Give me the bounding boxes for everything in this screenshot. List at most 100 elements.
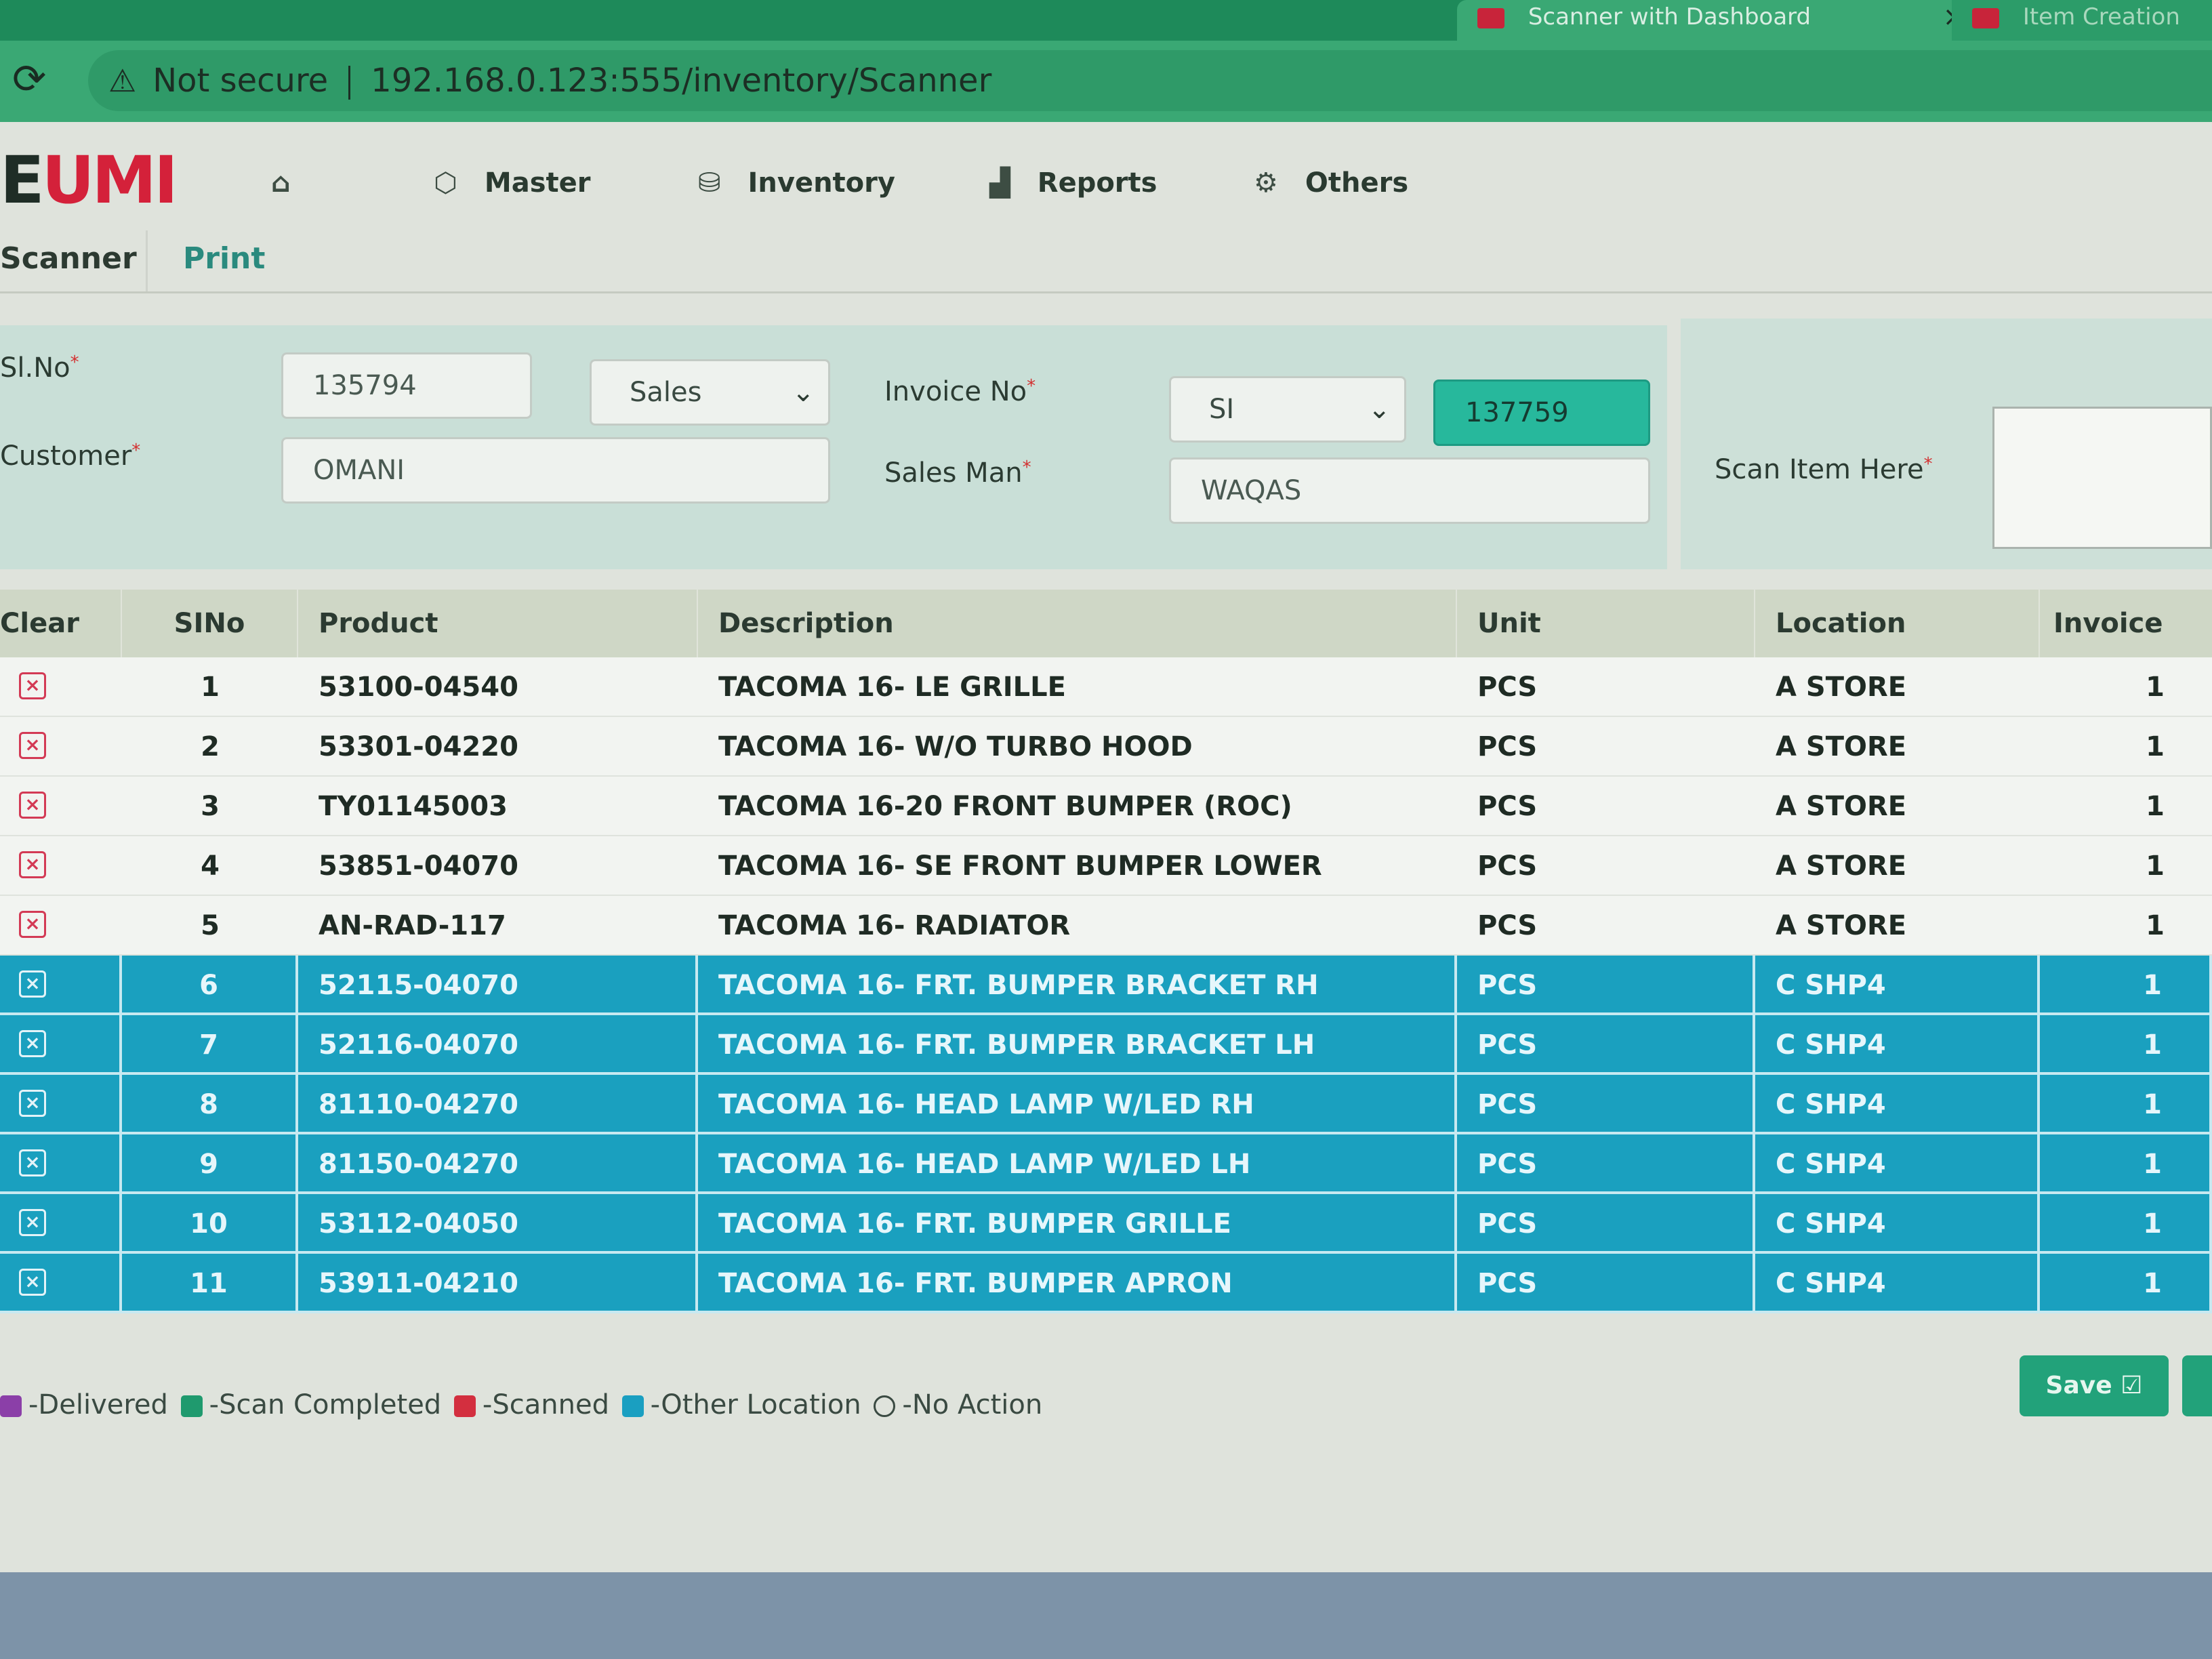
cell-location: C SHP4: [1755, 1254, 2040, 1313]
cell-location: A STORE: [1776, 731, 1907, 762]
cell-location: A STORE: [1776, 791, 1907, 822]
clear-cell: ×: [0, 896, 122, 956]
save-label: Save: [2045, 1372, 2112, 1399]
table-row[interactable]: × 8 81110-04270 TACOMA 16- HEAD LAMP W/LED …: [0, 1075, 2212, 1134]
nav-reports[interactable]: ▟ Reports: [989, 149, 1157, 217]
legend-other-location: -Other Location: [650, 1389, 861, 1420]
nav-others-label: Others: [1305, 167, 1409, 199]
divider: [146, 230, 148, 291]
cell-sino: 8: [122, 1075, 298, 1134]
cell-unit: PCS: [1477, 791, 1538, 822]
cell-sino: 6: [122, 956, 298, 1015]
clear-cell: ×: [0, 1075, 122, 1134]
legend-scan-completed: -Scan Completed: [209, 1389, 442, 1420]
type-select[interactable]: Sales ⌄: [590, 359, 830, 426]
cell-product: 81110-04270: [298, 1075, 698, 1134]
cell-product: 53851-04070: [319, 851, 518, 882]
cell-sino: 10: [122, 1194, 298, 1254]
warning-icon: ⚠: [108, 62, 137, 99]
table-row[interactable]: × 7 52116-04070 TACOMA 16- FRT. BUMPER BRAC…: [0, 1015, 2212, 1075]
type-select-value: Sales: [630, 377, 702, 408]
clear-row-icon[interactable]: ×: [19, 1030, 46, 1057]
cell-qty: 1: [2040, 1134, 2212, 1194]
scanner-form: Sl.No* 135794 Sales ⌄ Customer* OMANI Inv…: [0, 325, 1667, 569]
cell-qty: 1: [2040, 1254, 2212, 1313]
legend-delivered: -Delivered: [28, 1389, 168, 1420]
divider: [348, 66, 351, 100]
clear-row-icon[interactable]: ×: [19, 1209, 46, 1236]
cell-location: C SHP4: [1755, 1075, 2040, 1134]
nav-inventory[interactable]: ⛁ Inventory: [698, 149, 895, 217]
table-row[interactable]: × 2 53301-04220 TACOMA 16- W/O TURBO HOOD PC…: [0, 717, 2212, 777]
clear-row-icon[interactable]: ×: [19, 732, 46, 759]
scanned-swatch: [453, 1395, 476, 1417]
sales-man-input[interactable]: WAQAS: [1169, 457, 1650, 524]
cell-location: C SHP4: [1755, 1194, 2040, 1254]
cell-location: A STORE: [1776, 851, 1907, 882]
nav-home[interactable]: ⌂: [271, 149, 318, 217]
table-row[interactable]: × 4 53851-04070 TACOMA 16- SE FRONT BUMPER …: [0, 836, 2212, 896]
cell-product: 81150-04270: [298, 1134, 698, 1194]
browser-tab-scanner[interactable]: Scanner with Dashboard ×: [1457, 0, 1986, 41]
address-bar: ⟳ ⚠ Not secure 192.168.0.123:555/inventory…: [0, 41, 2212, 122]
cell-location: A STORE: [1776, 672, 1907, 703]
cell-qty: 1: [2040, 1075, 2212, 1134]
legend-scanned: -Scanned: [482, 1389, 609, 1420]
table-header: Clear SINo Product Description Unit Loca…: [0, 590, 2212, 707]
cell-qty: 1: [2040, 956, 2212, 1015]
cell-qty: 1: [2146, 910, 2165, 941]
cell-product: 53911-04210: [298, 1254, 698, 1313]
nav-inventory-label: Inventory: [747, 167, 895, 199]
table-row[interactable]: × 10 53112-04050 TACOMA 16- FRT. BUMPER GRI…: [0, 1194, 2212, 1254]
secondary-action-button[interactable]: [2182, 1355, 2212, 1416]
cell-sino: 4: [201, 851, 220, 882]
cell-sino: 5: [201, 910, 220, 941]
reload-icon[interactable]: ⟳: [12, 56, 46, 103]
table-row[interactable]: × 11 53911-04210 TACOMA 16- FRT. BUMPER APR…: [0, 1254, 2212, 1313]
clear-row-icon[interactable]: ×: [19, 1269, 46, 1296]
table-body: × 1 53100-04540 TACOMA 16- LE GRILLE PCS A ST…: [0, 657, 2212, 1464]
table-row[interactable]: × 3 TY01145003 TACOMA 16-20 FRONT BUMPER (R…: [0, 777, 2212, 836]
cell-description: TACOMA 16- RADIATOR: [718, 910, 1071, 941]
tab-scanner[interactable]: Scanner: [0, 241, 137, 276]
clear-row-icon[interactable]: ×: [19, 672, 46, 699]
clear-row-icon[interactable]: ×: [19, 1090, 46, 1117]
cell-unit: PCS: [1457, 1134, 1755, 1194]
table-row[interactable]: × 9 81150-04270 TACOMA 16- HEAD LAMP W/LED …: [0, 1134, 2212, 1194]
nav-master[interactable]: ⬡ Master: [434, 149, 591, 217]
customer-input[interactable]: OMANI: [281, 437, 830, 504]
cell-description: TACOMA 16- FRT. BUMPER BRACKET RH: [698, 956, 1457, 1015]
url-box[interactable]: ⚠ Not secure 192.168.0.123:555/inventory/S…: [88, 50, 2212, 111]
table-row[interactable]: × 6 52115-04070 TACOMA 16- FRT. BUMPER BRAC…: [0, 956, 2212, 1015]
save-button[interactable]: Save ☑: [2020, 1355, 2169, 1416]
invoice-number-input[interactable]: 137759: [1433, 380, 1650, 446]
nav-reports-label: Reports: [1037, 167, 1158, 199]
invoice-prefix-select[interactable]: SI ⌄: [1169, 376, 1406, 443]
cube-icon: ⬡: [434, 167, 457, 199]
browser-tab-item-creation[interactable]: Item Creation: [1952, 0, 2212, 41]
clear-row-icon[interactable]: ×: [19, 911, 46, 938]
sl-no-input[interactable]: 135794: [281, 352, 532, 419]
cell-unit: PCS: [1477, 731, 1538, 762]
cell-sino: 2: [201, 731, 220, 762]
cell-description: TACOMA 16- FRT. BUMPER GRILLE: [698, 1194, 1457, 1254]
clear-cell: ×: [0, 717, 122, 777]
clear-cell: ×: [0, 1194, 122, 1254]
cell-product: 52115-04070: [298, 956, 698, 1015]
clear-row-icon[interactable]: ×: [19, 970, 46, 998]
desktop-background: [0, 1572, 2212, 1659]
header-description: Description: [698, 590, 1457, 657]
clear-row-icon[interactable]: ×: [19, 851, 46, 878]
clear-row-icon[interactable]: ×: [19, 1149, 46, 1176]
table-row[interactable]: × 1 53100-04540 TACOMA 16- LE GRILLE PCS A ST…: [0, 657, 2212, 717]
scan-item-input[interactable]: [1992, 407, 2212, 549]
table-row[interactable]: × 5 AN-RAD-117 TACOMA 16- RADIATOR PCS A STOR…: [0, 896, 2212, 956]
clear-row-icon[interactable]: ×: [19, 792, 46, 819]
cell-product: 53112-04050: [298, 1194, 698, 1254]
nav-others[interactable]: ⚙ Others: [1254, 149, 1408, 217]
clear-cell: ×: [0, 1254, 122, 1313]
tab-print[interactable]: Print: [183, 241, 265, 276]
clear-cell: ×: [0, 836, 122, 896]
cell-description: TACOMA 16- SE FRONT BUMPER LOWER: [718, 851, 1322, 882]
cell-location: C SHP4: [1755, 1015, 2040, 1075]
